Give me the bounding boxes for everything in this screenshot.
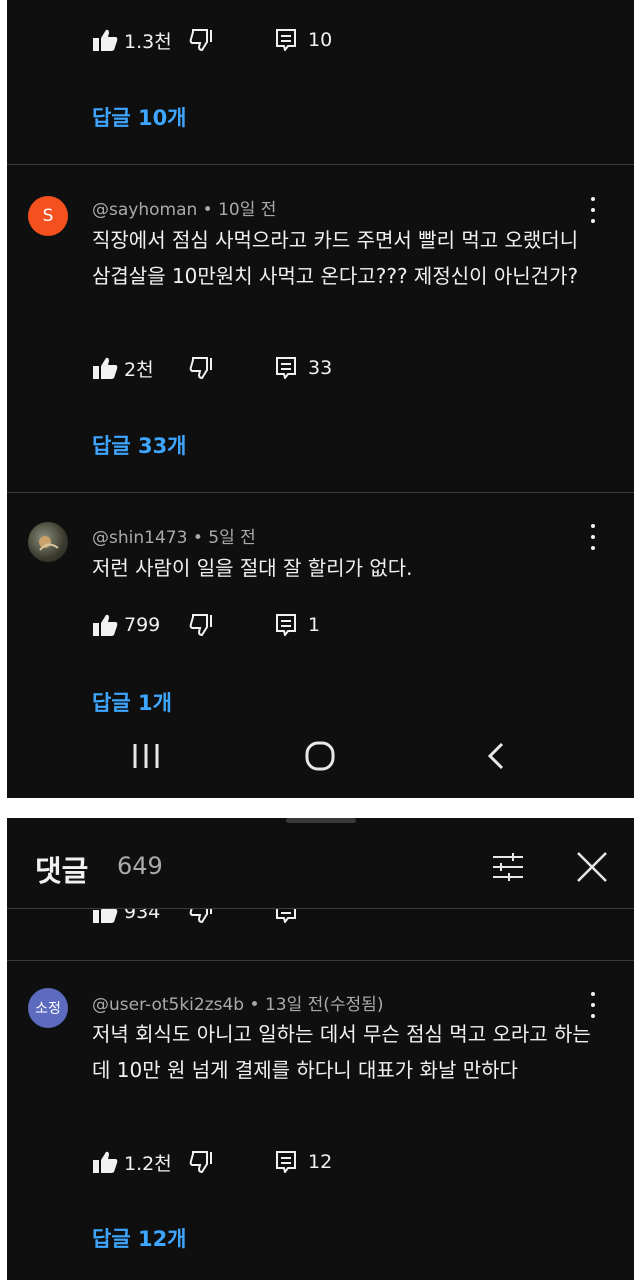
reply-icon [276,909,296,923]
meta-dot: • [249,995,265,1015]
comment-count: 649 [117,852,163,880]
fishing-photo-avatar[interactable] [28,522,68,562]
like-icon [93,357,118,379]
like-count: 1.3천 [124,30,172,53]
reply-count: 33 [308,357,333,379]
comment-text: 저녁 회식도 아니고 일하는 데서 무슨 점심 먹고 오라고 하는데 10만 원… [92,1022,591,1082]
avatar[interactable]: S [28,196,68,236]
reply-icon [276,29,296,51]
reply-icon [276,1151,296,1173]
like-icon [93,29,118,51]
view-replies-link[interactable]: 답글 1개 [92,687,172,717]
action-row: 799 1 [92,610,320,640]
like-count: 799 [124,614,161,636]
home-icon[interactable] [305,741,335,771]
reply-icon [276,357,296,379]
comments-screen-1: 1.3천 10 답글 10개 S @sayhoman • 10일 전 직장에서 … [7,0,634,798]
dislike-icon [189,909,212,924]
dislike-icon [189,614,212,637]
filter-icon[interactable] [491,852,525,882]
divider [7,960,634,961]
drag-handle[interactable] [286,818,356,823]
reply-button[interactable]: 1 [276,614,320,636]
reply-button[interactable]: 33 [276,357,332,379]
author-handle[interactable]: @shin1473 [92,528,187,548]
avatar-photo-icon [39,536,59,551]
reply-button[interactable] [276,909,296,923]
reply-button[interactable]: 12 [276,1151,332,1173]
more-vert-icon[interactable] [582,992,604,1018]
view-replies-link[interactable]: 답글 10개 [92,102,187,132]
comment-meta: @sayhoman • 10일 전 [92,195,276,220]
more-vert-icon[interactable] [582,197,604,223]
close-icon[interactable] [575,850,609,884]
like-button[interactable]: 799 [92,613,188,637]
avatar-text: 소정 [35,1001,61,1017]
comments-screen-2: 댓글 649 934 소정 @user-ot5ki2zs4b • 13일 전(수… [7,818,634,1280]
action-row: 2천 33 [92,353,332,383]
divider [7,164,634,165]
dislike-button[interactable] [188,909,276,924]
comment-text: 저런 사람이 일을 절대 잘 할리가 없다. [92,556,413,580]
meta-dot: • [192,528,209,548]
action-row: 934 [92,909,296,927]
like-button[interactable]: 1.2천 [92,1149,188,1176]
like-button[interactable]: 934 [92,909,188,924]
partial-comment: 934 [7,909,634,935]
view-replies-link[interactable]: 답글 33개 [92,430,187,460]
action-row: 1.2천 12 [92,1147,332,1177]
comment-meta: @user-ot5ki2zs4b • 13일 전(수정됨) [92,990,383,1015]
like-icon [93,909,118,923]
comment-time: 13일 전(수정됨) [264,995,384,1015]
avatar-letter: S [42,206,54,226]
action-row: 1.3천 10 [92,25,332,55]
like-count: 2천 [124,358,154,381]
comment-time: 10일 전 [218,200,277,220]
like-button[interactable]: 2천 [92,355,188,382]
more-vert-icon[interactable] [582,524,604,550]
like-count: 1.2천 [124,1152,172,1175]
dislike-button[interactable] [188,613,276,637]
comment-text: 직장에서 점심 사먹으라고 카드 주면서 빨리 먹고 오랬더니 삼겹살을 10만… [92,228,579,288]
comment-time: 5일 전 [208,528,256,548]
reply-count: 12 [308,1151,333,1173]
back-icon[interactable] [485,741,507,771]
dislike-button[interactable] [188,356,276,380]
dislike-button[interactable] [188,1150,276,1174]
reply-icon [276,614,296,636]
dislike-icon [189,1151,212,1174]
panel-title: 댓글 [35,854,89,888]
like-count: 934 [124,909,161,923]
dislike-icon [189,29,212,52]
avatar[interactable]: 소정 [28,988,68,1028]
like-icon [93,614,118,636]
like-icon [93,1151,118,1173]
dislike-icon [189,357,212,380]
view-replies-link[interactable]: 답글 12개 [92,1223,187,1253]
author-handle[interactable]: @sayhoman [92,200,197,220]
reply-button[interactable]: 10 [276,29,332,51]
reply-count: 10 [308,29,333,51]
reply-count: 1 [308,614,321,636]
comment-meta: @shin1473 • 5일 전 [92,523,256,548]
dislike-button[interactable] [188,28,276,52]
recents-icon[interactable] [131,742,161,770]
like-button[interactable]: 1.3천 [92,27,188,54]
author-handle[interactable]: @user-ot5ki2zs4b [92,995,244,1015]
meta-dot: • [202,200,219,220]
divider [7,492,634,493]
